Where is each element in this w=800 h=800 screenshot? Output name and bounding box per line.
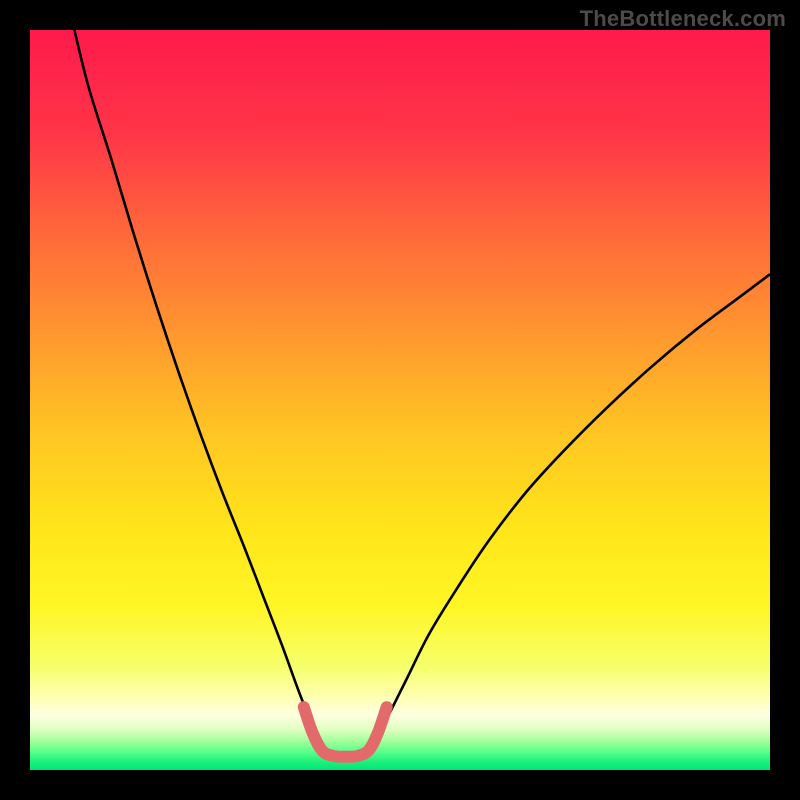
chart-frame: TheBottleneck.com (0, 0, 800, 800)
plot-area (30, 30, 770, 770)
curve-layer (30, 30, 770, 770)
series-left-branch (74, 30, 315, 737)
series-right-branch (378, 274, 770, 737)
series-valley-highlight (304, 707, 387, 757)
watermark-label: TheBottleneck.com (580, 6, 786, 32)
